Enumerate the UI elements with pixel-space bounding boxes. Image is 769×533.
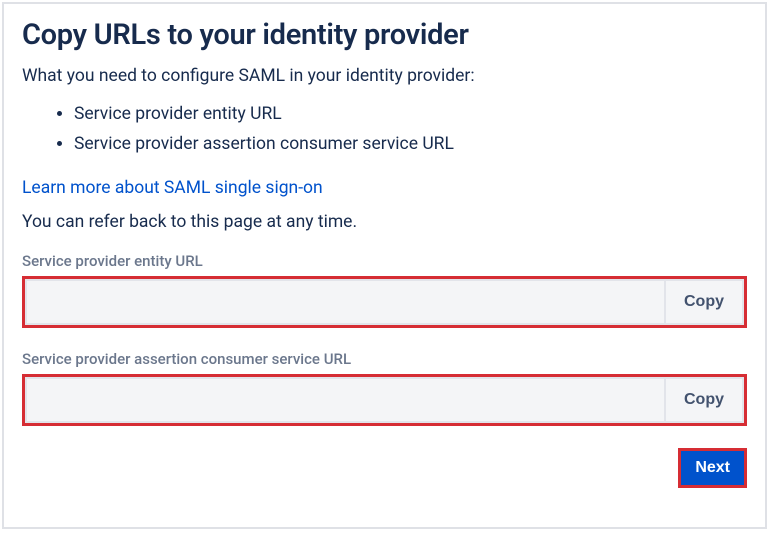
- list-item: Service provider assertion consumer serv…: [74, 130, 747, 160]
- next-button[interactable]: Next: [681, 451, 744, 485]
- entity-url-section: Service provider entity URL Copy: [22, 252, 747, 328]
- copy-entity-url-button[interactable]: Copy: [664, 281, 742, 323]
- acs-url-highlight: Copy: [22, 374, 747, 426]
- acs-url-label: Service provider assertion consumer serv…: [22, 350, 747, 368]
- copy-acs-url-button[interactable]: Copy: [664, 379, 742, 421]
- entity-url-highlight: Copy: [22, 276, 747, 328]
- acs-url-input[interactable]: [27, 379, 664, 421]
- saml-copy-urls-panel: Copy URLs to your identity provider What…: [2, 2, 767, 529]
- intro-text: What you need to configure SAML in your …: [22, 66, 747, 86]
- page-title: Copy URLs to your identity provider: [22, 18, 747, 52]
- next-button-highlight: Next: [678, 448, 747, 488]
- acs-url-field: Copy: [25, 377, 744, 423]
- entity-url-field: Copy: [25, 279, 744, 325]
- entity-url-input[interactable]: [27, 281, 664, 323]
- list-item: Service provider entity URL: [74, 100, 747, 130]
- note-text: You can refer back to this page at any t…: [22, 212, 747, 232]
- entity-url-label: Service provider entity URL: [22, 252, 747, 270]
- acs-url-section: Service provider assertion consumer serv…: [22, 350, 747, 426]
- requirements-list: Service provider entity URL Service prov…: [22, 100, 747, 160]
- action-bar: Next: [22, 448, 747, 488]
- learn-more-link[interactable]: Learn more about SAML single sign-on: [22, 178, 323, 198]
